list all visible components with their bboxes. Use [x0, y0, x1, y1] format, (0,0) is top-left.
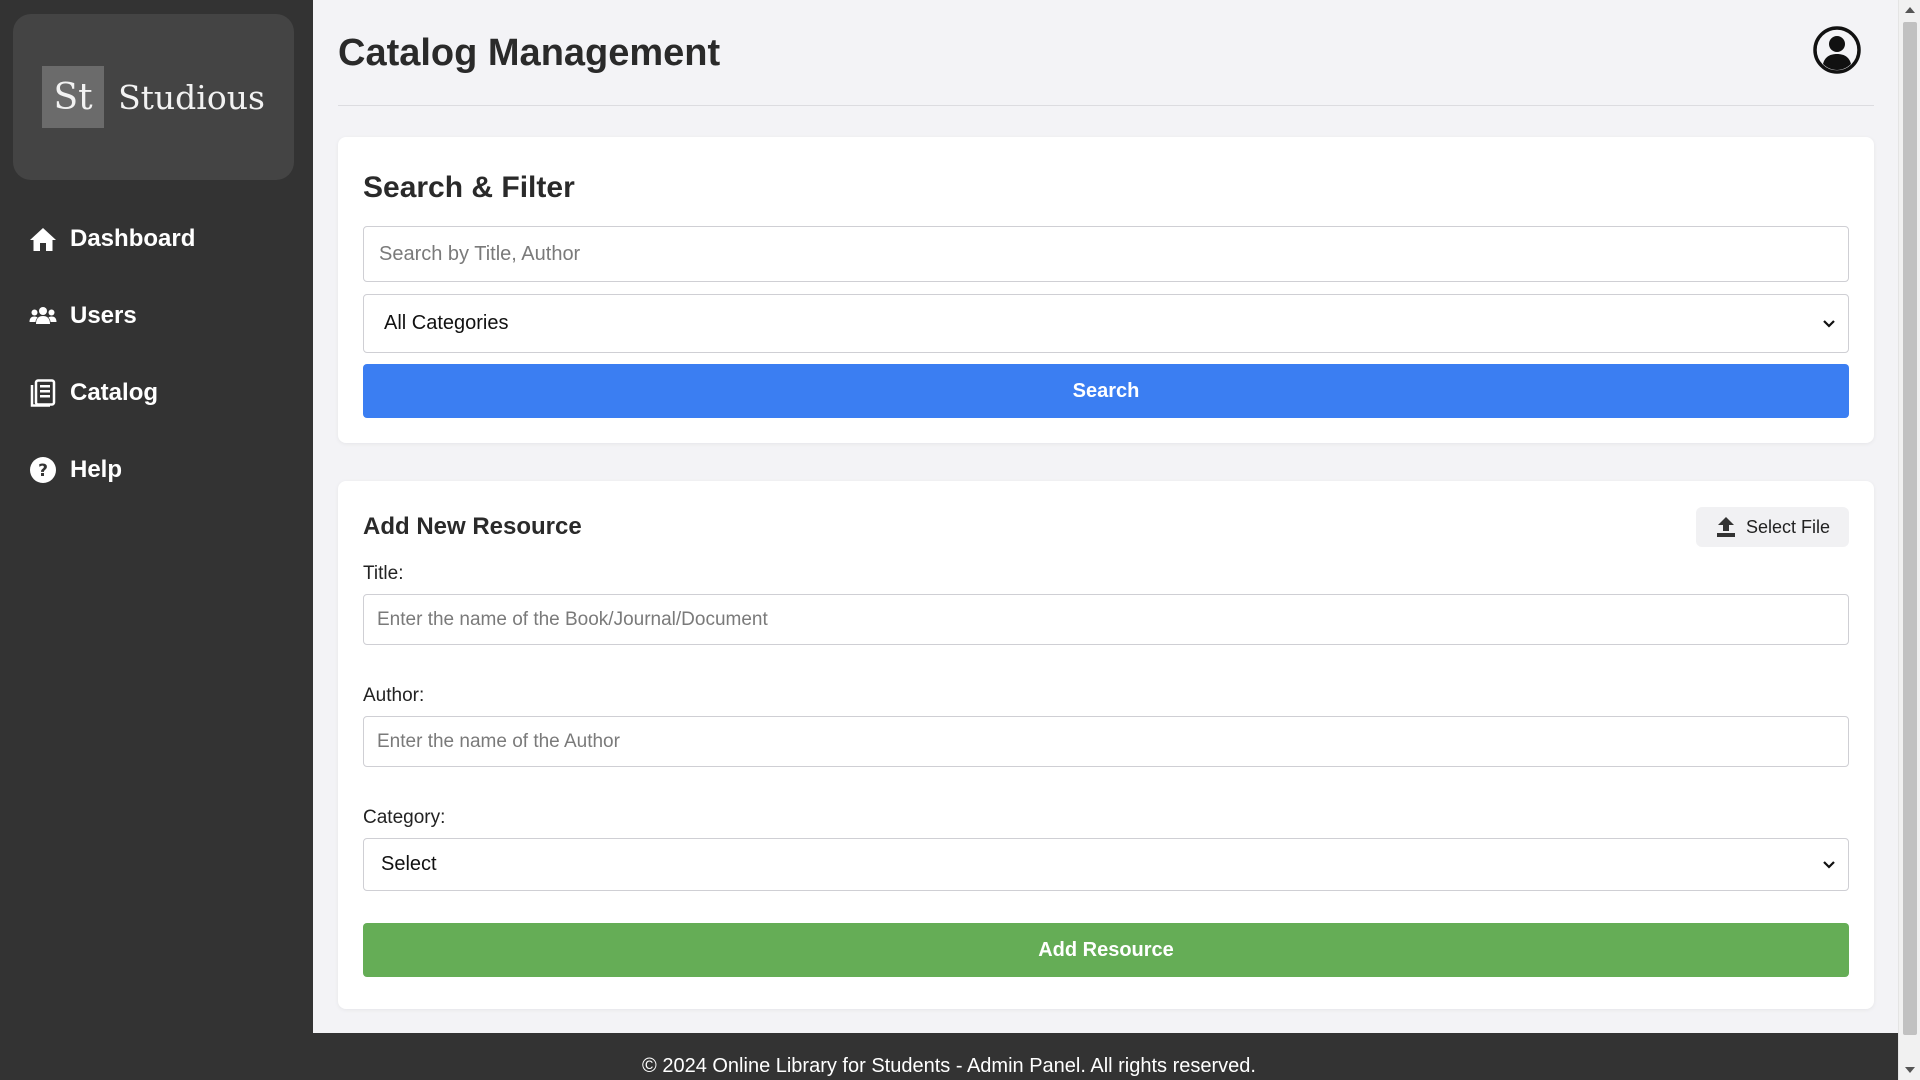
page-footer: © 2024 Online Library for Students - Adm… [0, 1033, 1898, 1080]
page-header: Catalog Management [338, 0, 1874, 106]
title-field-group: Title: [363, 563, 1849, 645]
author-field[interactable] [363, 716, 1849, 767]
category-label: Category: [363, 807, 446, 828]
category-filter-select[interactable]: All Categories [363, 294, 1849, 353]
search-input[interactable] [363, 226, 1849, 282]
page-title: Catalog Management [338, 32, 721, 74]
sidebar-item-help[interactable]: ? Help [0, 445, 313, 494]
category-select[interactable]: Select [363, 838, 1849, 891]
sidebar-item-users[interactable]: Users [0, 291, 313, 340]
select-file-button[interactable]: Select File [1695, 507, 1849, 547]
select-file-label: Select File [1745, 516, 1830, 537]
title-label: Title: [363, 563, 404, 584]
search-section-title: Search & Filter [363, 171, 575, 204]
chevron-down-icon [1822, 312, 1836, 335]
sidebar-item-label: Dashboard [70, 224, 196, 252]
add-resource-card: Add New Resource Select File Title: Auth… [338, 481, 1874, 1009]
author-label: Author: [363, 685, 425, 706]
home-icon [29, 225, 57, 253]
add-resource-header: Add New Resource Select File [363, 506, 1849, 548]
search-filter-card: Search & Filter All Categories Search [338, 137, 1874, 443]
scroll-down-icon[interactable] [1905, 1067, 1915, 1073]
brand-name: Studious [118, 77, 265, 117]
scroll-up-icon[interactable] [1905, 7, 1915, 13]
search-button[interactable]: Search [363, 364, 1849, 418]
svg-text:?: ? [38, 461, 48, 481]
brand-mark: St [42, 66, 105, 128]
category-select-value: Select [381, 853, 437, 875]
users-icon [29, 302, 57, 330]
vertical-scrollbar[interactable] [1898, 0, 1920, 1080]
author-field-group: Author: [363, 685, 1849, 767]
title-field[interactable] [363, 594, 1849, 645]
sidebar-item-label: Catalog [70, 378, 159, 406]
footer-text: © 2024 Online Library for Students - Adm… [642, 1055, 1256, 1077]
brand-logo[interactable]: St Studious [13, 14, 294, 180]
sidebar-nav: Dashboard Users Catalog ? Help [0, 214, 313, 522]
scroll-thumb[interactable] [1903, 22, 1917, 1035]
user-circle-icon[interactable] [1812, 25, 1862, 75]
sidebar: St Studious Dashboard Users Catalog ? He… [0, 0, 313, 1033]
chevron-down-icon [1822, 853, 1836, 876]
add-resource-title: Add New Resource [363, 513, 582, 540]
help-icon: ? [29, 456, 57, 484]
sidebar-item-label: Users [70, 301, 137, 329]
upload-icon [1716, 516, 1736, 538]
add-resource-button[interactable]: Add Resource [363, 923, 1849, 977]
sidebar-item-catalog[interactable]: Catalog [0, 368, 313, 417]
category-field-group: Category: Select [363, 807, 1849, 891]
sidebar-item-dashboard[interactable]: Dashboard [0, 214, 313, 263]
category-filter-value: All Categories [384, 312, 509, 334]
main-content: Catalog Management Search & Filter All C… [338, 0, 1874, 1009]
sidebar-item-label: Help [70, 455, 123, 483]
catalog-icon [29, 378, 57, 407]
